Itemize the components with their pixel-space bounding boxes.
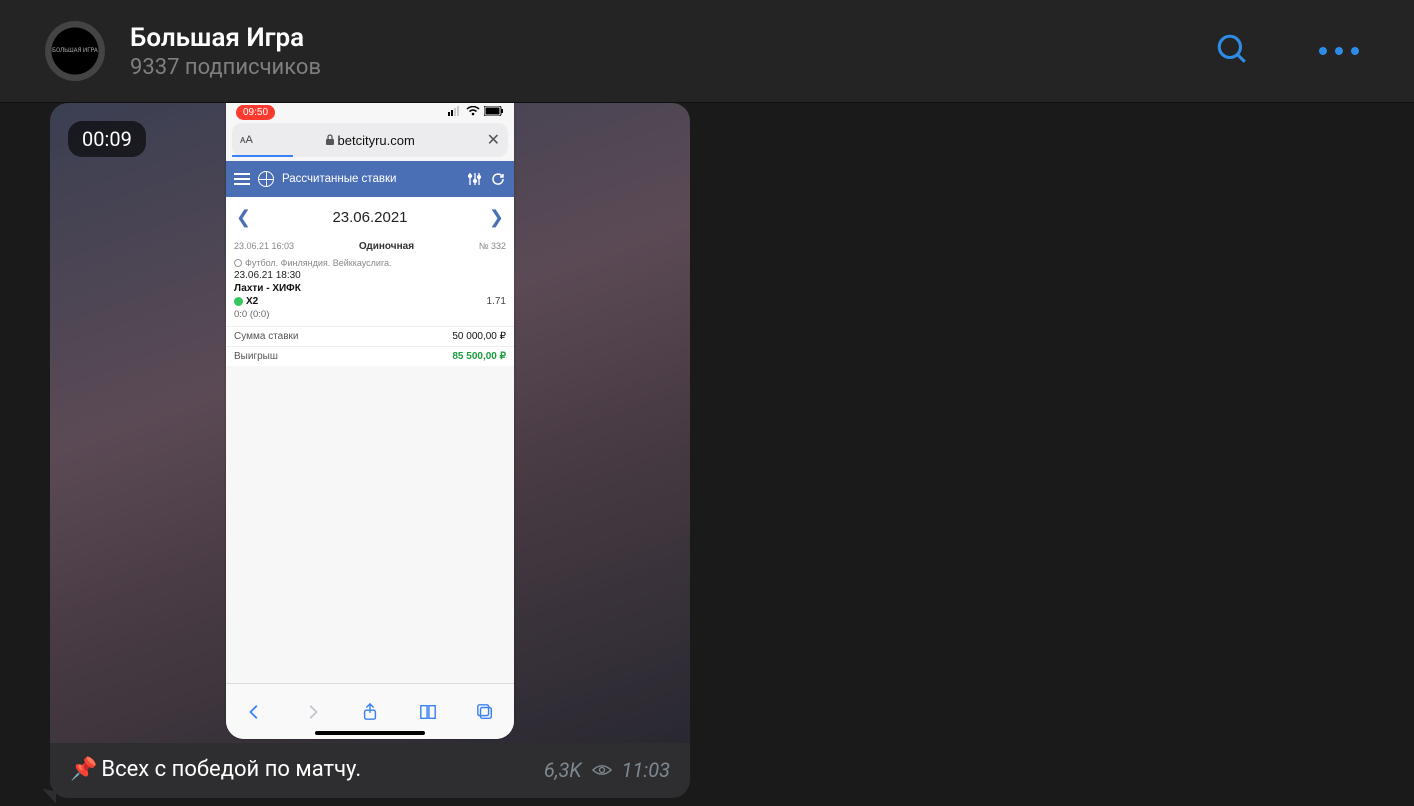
bet-card: 23.06.21 16:03 Одиночная № 332 Футбол. Ф… xyxy=(226,237,514,326)
caption-text: Всех с победой по матчу. xyxy=(101,757,361,782)
message-time: 11:03 xyxy=(622,758,670,782)
score-text: 0:0 (0:0) xyxy=(234,309,506,320)
menu-icon xyxy=(234,173,250,185)
chat-title-block[interactable]: Большая Игра 9337 подписчиков xyxy=(130,23,1215,80)
search-icon[interactable] xyxy=(1215,32,1249,70)
bet-number: № 332 xyxy=(479,241,506,252)
football-icon xyxy=(234,259,242,267)
globe-icon xyxy=(258,171,274,187)
home-indicator xyxy=(315,731,425,735)
coefficient: 1.71 xyxy=(487,296,506,307)
more-icon[interactable] xyxy=(1319,47,1359,55)
video-duration-badge: 00:09 xyxy=(68,121,146,157)
phone-status-bar: 09:50 xyxy=(226,103,514,121)
reader-icon: ᴀA xyxy=(240,134,253,146)
views-count: 6,3K xyxy=(544,758,582,782)
message-bubble[interactable]: 00:09 09:50 xyxy=(50,103,690,798)
address-bar: ᴀA betcityru.com ✕ xyxy=(232,123,508,157)
message-caption: 📌 Всех с победой по матчу. 6,3K 11:03 xyxy=(50,743,690,798)
outcome-row: X2 1.71 xyxy=(234,296,506,307)
signal-icon xyxy=(448,106,462,119)
avatar[interactable]: БОЛЬШАЯ ИГРА xyxy=(45,21,105,81)
chat-area: 00:09 09:50 xyxy=(0,103,1414,806)
stop-icon: ✕ xyxy=(487,130,500,150)
pushpin-icon: 📌 xyxy=(70,757,97,782)
bet-timestamp: 23.06.21 16:03 xyxy=(234,241,294,252)
date-row: ❮ 23.06.2021 ❯ xyxy=(226,197,514,237)
book-icon xyxy=(418,702,438,722)
sum-row: Сумма ставки50 000,00 ₽ xyxy=(226,326,514,346)
chat-header: БОЛЬШАЯ ИГРА Большая Игра 9337 подписчик… xyxy=(0,0,1414,103)
share-icon xyxy=(360,702,380,722)
site-title: Рассчитанные ставки xyxy=(282,173,396,185)
bet-type: Одиночная xyxy=(359,241,414,252)
win-row: Выигрыш85 500,00 ₽ xyxy=(226,346,514,366)
match-name: Лахти - ХИФК xyxy=(234,283,506,294)
refresh-icon xyxy=(490,171,506,187)
phone-screenshot: 09:50 ᴀA xyxy=(226,103,514,739)
eye-icon xyxy=(592,758,612,782)
check-icon xyxy=(234,297,243,306)
battery-icon xyxy=(484,106,504,119)
date-text: 23.06.2021 xyxy=(332,209,407,226)
chat-subtitle: 9337 подписчиков xyxy=(130,55,1215,80)
tabs-icon xyxy=(475,702,495,722)
wifi-icon xyxy=(466,106,480,119)
back-icon xyxy=(245,702,265,722)
message-media[interactable]: 00:09 09:50 xyxy=(50,103,690,743)
address-url: betcityru.com xyxy=(253,133,487,148)
forward-icon xyxy=(302,702,322,722)
load-progress xyxy=(232,155,293,157)
chevron-left-icon: ❮ xyxy=(236,207,251,228)
message-meta: 6,3K 11:03 xyxy=(544,758,670,782)
lock-icon xyxy=(325,134,335,146)
match-datetime: 23.06.21 18:30 xyxy=(234,270,506,281)
chevron-right-icon: ❯ xyxy=(489,207,504,228)
site-header: Рассчитанные ставки xyxy=(226,161,514,197)
league-row: Футбол. Финляндия. Вейккауслига. xyxy=(234,258,506,268)
record-pill: 09:50 xyxy=(236,105,275,120)
chat-title: Большая Игра xyxy=(130,23,1215,53)
sliders-icon xyxy=(466,171,482,187)
